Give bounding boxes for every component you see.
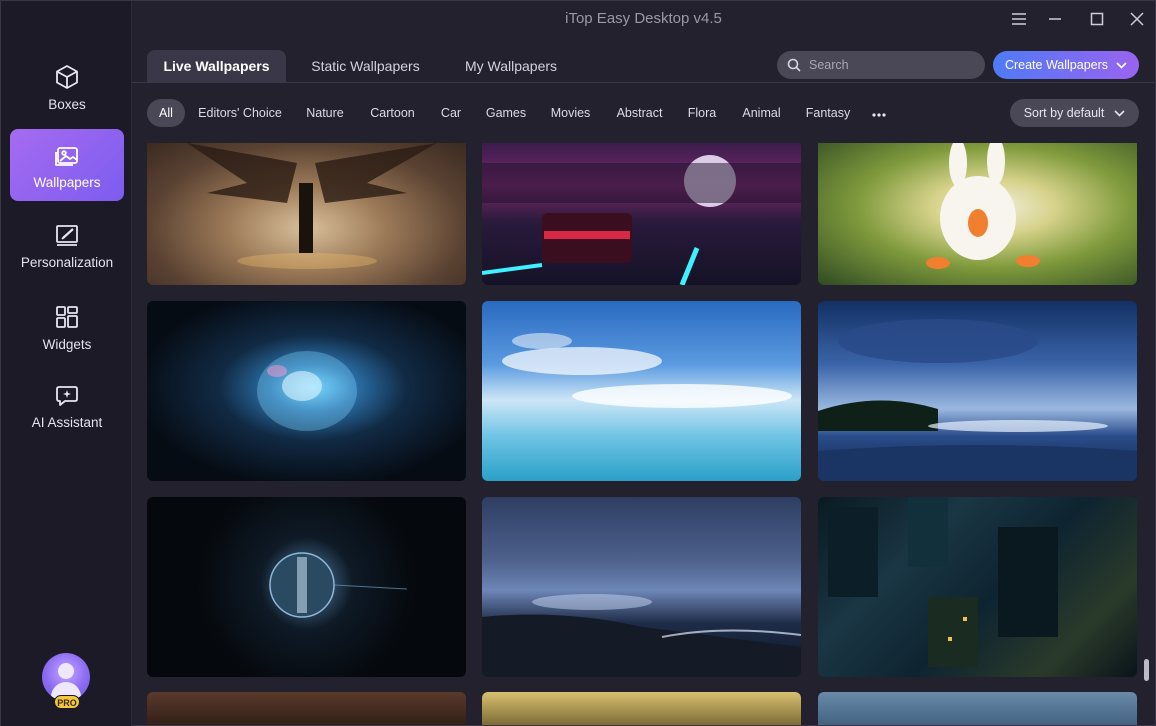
wallpaper-tile-night-beach[interactable] bbox=[818, 301, 1137, 481]
category-flora[interactable]: Flora bbox=[681, 99, 723, 127]
search-box[interactable] bbox=[777, 51, 985, 79]
category-abstract[interactable]: Abstract bbox=[610, 99, 669, 127]
category-fantasy[interactable]: Fantasy bbox=[800, 99, 856, 127]
category-cartoon[interactable]: Cartoon bbox=[364, 99, 421, 127]
sidebar-item-label: Wallpapers bbox=[33, 174, 101, 190]
category-animal[interactable]: Animal bbox=[735, 99, 788, 127]
chevron-down-icon bbox=[1116, 61, 1127, 69]
menu-icon bbox=[1012, 13, 1026, 25]
category-filter-bar: All Editors' Choice Nature Cartoon Car G… bbox=[132, 91, 1155, 135]
sort-dropdown[interactable]: Sort by default bbox=[1010, 99, 1139, 127]
box-icon bbox=[56, 64, 78, 89]
wallpaper-tile-moonlit-sea[interactable] bbox=[482, 497, 801, 677]
sidebar-item-label: Widgets bbox=[42, 336, 92, 352]
wallpaper-thumbnail bbox=[482, 594, 801, 677]
wallpaper-thumbnail bbox=[818, 319, 1137, 481]
tab-my-wallpapers[interactable]: My Wallpapers bbox=[450, 50, 572, 82]
more-icon bbox=[872, 113, 886, 117]
chevron-down-icon bbox=[1114, 109, 1125, 117]
ai-chat-icon bbox=[56, 385, 78, 406]
category-movies[interactable]: Movies bbox=[543, 99, 598, 127]
minimize-icon bbox=[1049, 18, 1061, 20]
sidebar-item-ai-assistant[interactable]: AI Assistant bbox=[10, 369, 124, 441]
wallpaper-tile-city-aerial[interactable] bbox=[818, 497, 1137, 677]
tab-static-wallpapers[interactable]: Static Wallpapers bbox=[298, 50, 433, 82]
sidebar: Boxes Wallpapers Personalization Widgets… bbox=[1, 1, 132, 726]
sidebar-item-label: Personalization bbox=[20, 254, 114, 270]
wallpaper-thumbnail bbox=[257, 351, 357, 431]
more-categories-button[interactable] bbox=[866, 99, 892, 127]
brush-icon bbox=[56, 224, 78, 246]
wallpaper-thumbnail bbox=[502, 333, 792, 408]
wallpaper-tile[interactable] bbox=[818, 692, 1137, 725]
wallpaper-grid bbox=[132, 143, 1155, 725]
widgets-icon bbox=[56, 305, 78, 328]
wallpaper-tile-synthwave-car[interactable] bbox=[482, 143, 801, 285]
wallpaper-thumbnail bbox=[482, 155, 801, 285]
category-games[interactable]: Games bbox=[481, 99, 531, 127]
wallpaper-tile[interactable] bbox=[147, 692, 466, 725]
create-wallpapers-label: Create Wallpapers bbox=[1004, 58, 1109, 72]
category-car[interactable]: Car bbox=[433, 99, 469, 127]
pro-badge: PRO bbox=[54, 695, 80, 709]
wallpaper-tile-angel-warrior[interactable] bbox=[147, 143, 466, 285]
menu-button[interactable] bbox=[1004, 7, 1034, 31]
image-icon bbox=[55, 146, 78, 166]
wallpaper-tile-blue-nebula[interactable] bbox=[147, 301, 466, 481]
wallpaper-thumbnail bbox=[926, 143, 1040, 269]
wallpaper-tile-cartoon-bunny[interactable] bbox=[818, 143, 1137, 285]
sidebar-item-widgets[interactable]: Widgets bbox=[10, 291, 124, 363]
close-button[interactable] bbox=[1122, 7, 1152, 31]
wallpaper-tile[interactable] bbox=[482, 692, 801, 725]
category-nature[interactable]: Nature bbox=[298, 99, 352, 127]
maximize-button[interactable] bbox=[1082, 7, 1112, 31]
account-avatar[interactable]: PRO bbox=[42, 653, 92, 709]
search-input[interactable] bbox=[809, 58, 969, 72]
wallpaper-tile-sky-ocean[interactable] bbox=[482, 301, 801, 481]
close-icon bbox=[1130, 12, 1144, 26]
category-all[interactable]: All bbox=[147, 99, 185, 127]
avatar bbox=[42, 653, 90, 701]
app-window: Boxes Wallpapers Personalization Widgets… bbox=[0, 0, 1156, 726]
create-wallpapers-button[interactable]: Create Wallpapers bbox=[993, 51, 1139, 79]
tab-live-wallpapers[interactable]: Live Wallpapers bbox=[147, 50, 286, 82]
sidebar-item-personalization[interactable]: Personalization bbox=[10, 209, 124, 281]
scrollbar-thumb[interactable] bbox=[1144, 659, 1149, 681]
minimize-button[interactable] bbox=[1040, 7, 1070, 31]
sidebar-item-label: AI Assistant bbox=[31, 414, 103, 430]
wallpaper-tabs: Live Wallpapers Static Wallpapers My Wal… bbox=[132, 39, 1155, 83]
sidebar-item-label: Boxes bbox=[48, 96, 86, 112]
search-icon bbox=[787, 58, 801, 72]
wallpaper-thumbnail bbox=[187, 143, 437, 269]
wallpaper-tile-tech-orb[interactable] bbox=[147, 497, 466, 677]
title-bar: iTop Easy Desktop v4.5 bbox=[132, 1, 1155, 39]
sort-label: Sort by default bbox=[1023, 106, 1105, 120]
sidebar-item-wallpapers[interactable]: Wallpapers bbox=[10, 129, 124, 201]
window-title: iTop Easy Desktop v4.5 bbox=[565, 10, 722, 27]
category-editors-choice[interactable]: Editors' Choice bbox=[194, 99, 286, 127]
sidebar-item-boxes[interactable]: Boxes bbox=[10, 51, 124, 123]
wallpaper-thumbnail bbox=[269, 552, 408, 618]
maximize-icon bbox=[1090, 12, 1104, 26]
wallpaper-thumbnail bbox=[828, 497, 1058, 667]
